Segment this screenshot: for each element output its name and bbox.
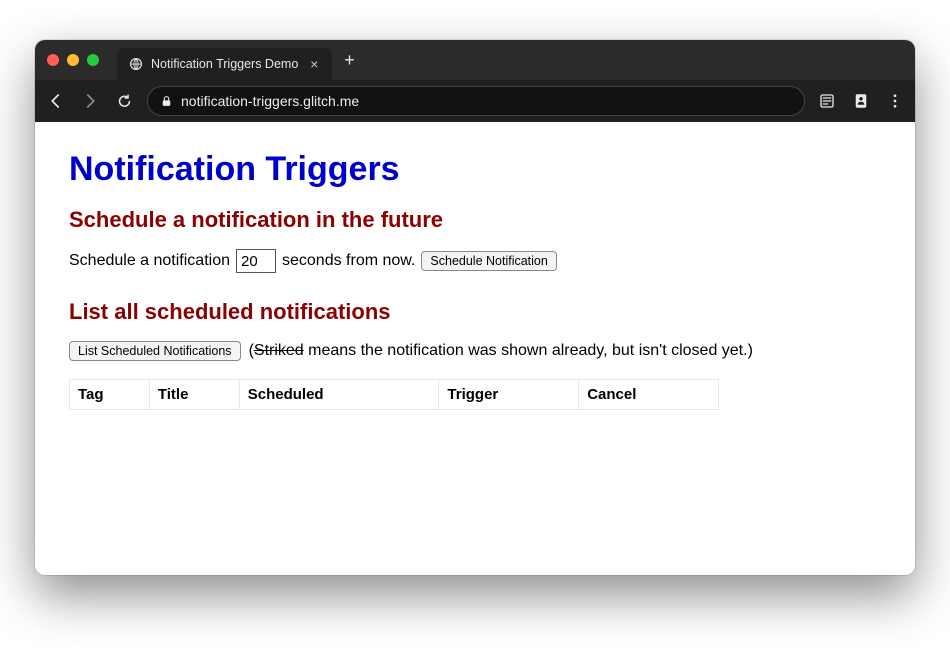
maximize-window-button[interactable] xyxy=(87,54,99,66)
schedule-suffix: seconds from now. xyxy=(282,252,415,270)
url-text: notification-triggers.glitch.me xyxy=(181,93,359,109)
close-window-button[interactable] xyxy=(47,54,59,66)
tab-title: Notification Triggers Demo xyxy=(151,57,298,71)
browser-tab[interactable]: Notification Triggers Demo × xyxy=(117,48,332,80)
table-header-row: Tag Title Scheduled Trigger Cancel xyxy=(70,380,719,410)
back-button[interactable] xyxy=(45,90,67,112)
schedule-row: Schedule a notification seconds from now… xyxy=(69,249,881,273)
reload-button[interactable] xyxy=(113,90,135,112)
seconds-input[interactable] xyxy=(236,249,276,273)
col-title: Title xyxy=(149,380,239,410)
minimize-window-button[interactable] xyxy=(67,54,79,66)
new-tab-button[interactable]: + xyxy=(344,51,355,69)
lock-icon xyxy=(160,95,173,108)
scheduled-table: Tag Title Scheduled Trigger Cancel xyxy=(69,379,719,410)
schedule-heading: Schedule a notification in the future xyxy=(69,207,881,233)
kebab-menu-icon[interactable] xyxy=(885,91,905,111)
col-cancel: Cancel xyxy=(579,380,719,410)
col-tag: Tag xyxy=(70,380,150,410)
address-bar[interactable]: notification-triggers.glitch.me xyxy=(147,86,805,116)
window-controls xyxy=(47,54,99,66)
titlebar: Notification Triggers Demo × + xyxy=(35,40,915,80)
browser-window: Notification Triggers Demo × + notificat… xyxy=(35,40,915,575)
toolbar-right xyxy=(817,91,905,111)
globe-icon xyxy=(129,57,143,71)
page-content: Notification Triggers Schedule a notific… xyxy=(35,122,915,575)
schedule-prefix: Schedule a notification xyxy=(69,252,230,270)
note-striked: Striked xyxy=(254,342,304,359)
list-note: (Striked means the notification was show… xyxy=(249,342,753,360)
account-icon[interactable] xyxy=(851,91,871,111)
col-trigger: Trigger xyxy=(439,380,579,410)
reader-mode-icon[interactable] xyxy=(817,91,837,111)
forward-button[interactable] xyxy=(79,90,101,112)
close-tab-button[interactable]: × xyxy=(306,56,322,72)
list-heading: List all scheduled notifications xyxy=(69,299,881,325)
toolbar: notification-triggers.glitch.me xyxy=(35,80,915,122)
page-title: Notification Triggers xyxy=(69,150,881,189)
schedule-button[interactable]: Schedule Notification xyxy=(421,251,556,271)
list-button[interactable]: List Scheduled Notifications xyxy=(69,341,241,361)
list-row: List Scheduled Notifications (Striked me… xyxy=(69,341,881,361)
col-scheduled: Scheduled xyxy=(239,380,439,410)
note-rest: means the notification was shown already… xyxy=(304,342,753,359)
